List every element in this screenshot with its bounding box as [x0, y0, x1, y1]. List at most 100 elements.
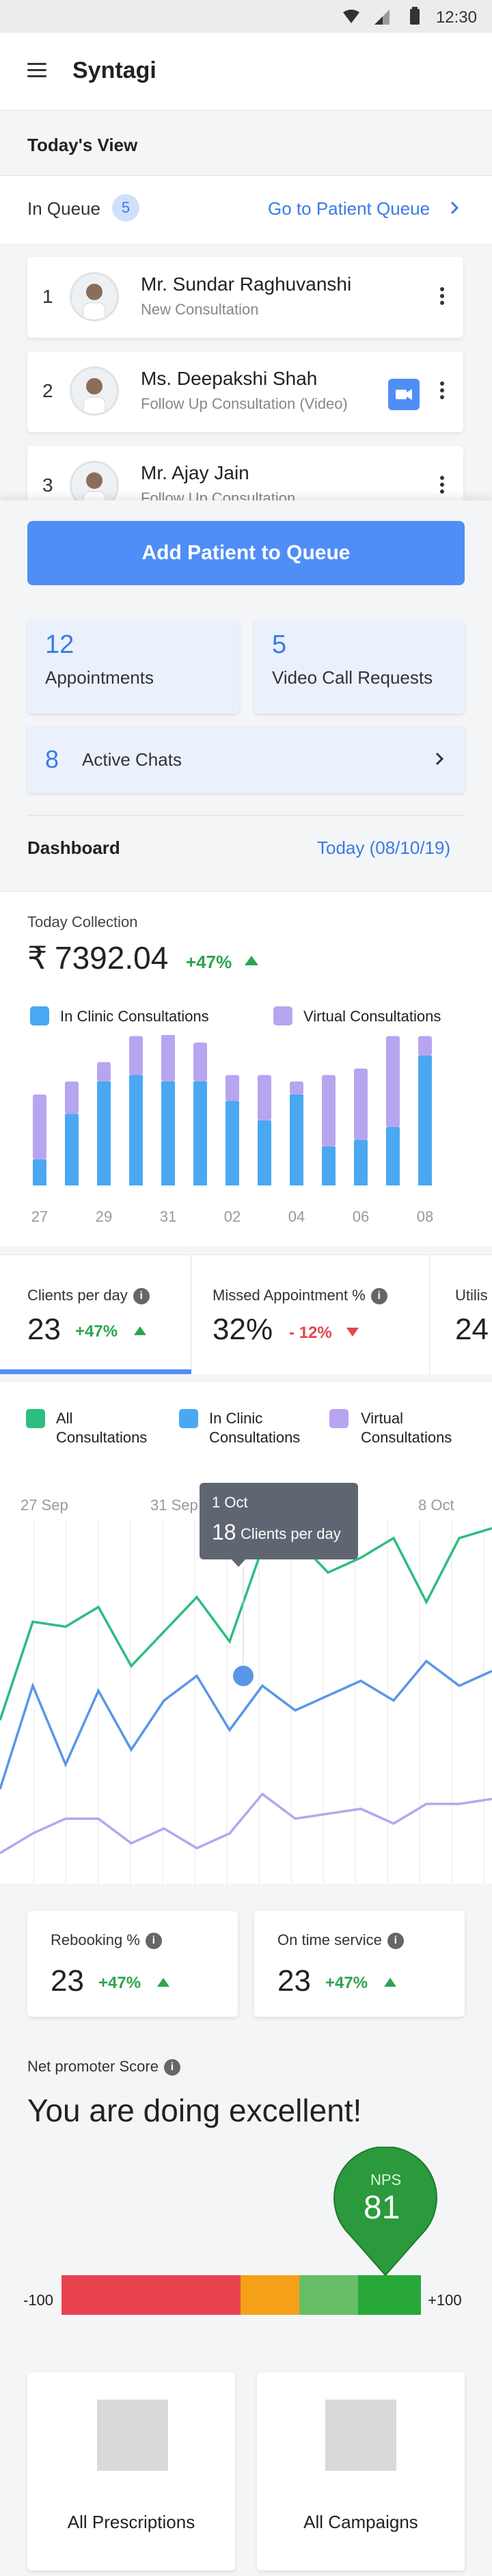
info-icon[interactable]: i	[370, 1288, 387, 1305]
video-requests-card[interactable]: 5 Video Call Requests	[254, 619, 465, 714]
battery-icon	[410, 7, 420, 25]
bar-virtual	[258, 1075, 271, 1121]
x-tick-label: 31	[160, 1208, 176, 1225]
legend-in-clinic: In Clinic Consultations	[60, 1008, 209, 1025]
line-virtual	[0, 1792, 492, 1855]
add-patient-button[interactable]: Add Patient to Queue	[27, 521, 465, 585]
status-bar: 12:30	[0, 0, 492, 33]
metric-label: Utilis	[455, 1287, 488, 1304]
dashboard-date-link[interactable]: Today (08/10/19)	[317, 837, 450, 859]
queue-list: 1 Mr. Sundar Raghuvanshi New Consultatio…	[0, 243, 492, 500]
prescriptions-label: All Prescriptions	[67, 2512, 195, 2532]
on-time-card[interactable]: On time service i 23 +47%	[254, 1911, 465, 2017]
appointments-label: Appointments	[45, 667, 154, 688]
info-icon[interactable]: i	[133, 1288, 150, 1305]
app-bar: Syntagi	[0, 33, 492, 111]
queue-item[interactable]: 1 Mr. Sundar Raghuvanshi New Consultatio…	[27, 257, 463, 338]
dashboard-title: Dashboard	[27, 837, 120, 858]
trend-up-icon	[384, 1978, 396, 1987]
trend-up-icon	[245, 956, 258, 965]
collection-amount: 7392.04	[55, 940, 169, 976]
x-tick-label: 08	[417, 1208, 433, 1225]
legend-swatch-in-clinic	[30, 1006, 49, 1025]
metrics-tabs: Clients per day i 23 +47% Missed Appointm…	[0, 1255, 492, 1374]
more-options-icon[interactable]	[440, 381, 444, 402]
queue-item-number: 1	[42, 286, 53, 307]
metric-tab-missed[interactable]: Missed Appointment % i 32% - 12%	[192, 1255, 430, 1374]
app-title: Syntagi	[72, 57, 156, 83]
legend-swatch-virtual	[273, 1006, 292, 1025]
more-options-icon[interactable]	[440, 476, 444, 496]
info-icon[interactable]: i	[145, 1933, 162, 1950]
bar-in-clinic	[33, 1159, 46, 1185]
metric-value: 24	[455, 1313, 489, 1346]
chevron-right-icon[interactable]	[435, 752, 444, 766]
in-queue-label: In Queue	[27, 198, 100, 219]
legend-virtual: Virtual Consultations	[361, 1410, 452, 1446]
consultation-type: Follow Up Consultation	[141, 489, 296, 500]
bar-in-clinic	[129, 1075, 143, 1185]
x-tick-label: 29	[96, 1208, 112, 1225]
video-requests-count: 5	[272, 630, 287, 659]
bar-virtual	[354, 1069, 368, 1140]
metric-tab-clients[interactable]: Clients per day i 23 +47%	[0, 1255, 191, 1374]
bar-in-clinic	[258, 1121, 271, 1185]
x-tick-label: 8 Oct	[418, 1497, 454, 1514]
prescriptions-icon	[97, 2400, 168, 2471]
consultation-type: Follow Up Consultation (Video)	[141, 395, 348, 412]
signal-icon	[374, 10, 390, 25]
tooltip-date: 1 Oct	[212, 1494, 248, 1511]
video-call-icon[interactable]	[388, 379, 420, 410]
metric-tab-utilisation[interactable]: Utilis 24	[430, 1255, 492, 1374]
nps-gauge	[62, 2147, 437, 2315]
quick-actions-panel: Add Patient to Queue 12 Appointments 5 V…	[0, 500, 492, 815]
go-to-queue-link[interactable]: Go to Patient Queue	[268, 198, 430, 219]
bar-virtual	[161, 1035, 175, 1082]
queue-item[interactable]: 2 Ms. Deepakshi Shah Follow Up Consultat…	[27, 351, 463, 432]
bar-virtual	[129, 1036, 143, 1075]
nps-max-label: +100	[428, 2292, 462, 2309]
highlight-point	[230, 1663, 256, 1689]
collection-label: Today Collection	[27, 913, 138, 930]
bar-in-clinic	[386, 1127, 400, 1185]
video-requests-label: Video Call Requests	[272, 667, 433, 688]
todays-view-title: Today's View	[27, 135, 138, 155]
info-icon[interactable]: i	[387, 1933, 404, 1950]
bar-in-clinic	[65, 1114, 79, 1185]
bar-in-clinic	[193, 1082, 207, 1185]
queue-item-number: 2	[42, 380, 53, 401]
x-tick-label: 06	[353, 1208, 369, 1225]
status-time: 12:30	[435, 8, 477, 27]
nps-min-label: -100	[23, 2292, 54, 2309]
tooltip-unit: Clients per day	[241, 1525, 341, 1542]
appointments-card[interactable]: 12 Appointments	[27, 619, 239, 714]
rebooking-value: 23	[51, 1964, 84, 1998]
nps-label: Net promoter Score	[27, 2058, 159, 2075]
metric-value: 23	[27, 1313, 61, 1346]
menu-icon[interactable]	[27, 63, 46, 78]
legend-all: All Consultations	[56, 1410, 148, 1446]
active-chats-label: Active Chats	[82, 749, 182, 770]
patient-name: Mr. Sundar Raghuvanshi	[141, 273, 352, 295]
collection-panel: Today Collection ₹ 7392.04 +47% In Clini…	[0, 891, 492, 1246]
info-icon[interactable]: i	[163, 2059, 180, 2076]
all-prescriptions-card[interactable]: All Prescriptions	[27, 2372, 235, 2571]
rebooking-card[interactable]: Rebooking % i 23 +47%	[27, 1911, 238, 2017]
consultation-type: New Consultation	[141, 301, 259, 318]
more-options-icon[interactable]	[440, 287, 444, 308]
avatar	[70, 272, 119, 321]
bar-virtual	[290, 1082, 303, 1095]
line-chart-panel: All Consultations In Clinic Consultation…	[0, 1381, 492, 1883]
bar-virtual	[33, 1095, 46, 1159]
chevron-right-icon[interactable]	[450, 201, 459, 215]
metric-value: 32%	[213, 1313, 273, 1346]
all-campaigns-card[interactable]: All Campaigns	[257, 2372, 465, 2571]
legend-swatch-all	[26, 1409, 45, 1428]
queue-item[interactable]: 3 Mr. Ajay Jain Follow Up Consultation	[27, 446, 463, 500]
nps-headline: You are doing excellent!	[27, 2093, 362, 2128]
avatar	[70, 366, 119, 416]
tooltip-value: 18	[212, 1520, 236, 1544]
bar-virtual	[65, 1082, 79, 1114]
active-chats-card[interactable]: 8 Active Chats	[27, 726, 465, 793]
todays-view-header: Today's View	[0, 111, 492, 176]
